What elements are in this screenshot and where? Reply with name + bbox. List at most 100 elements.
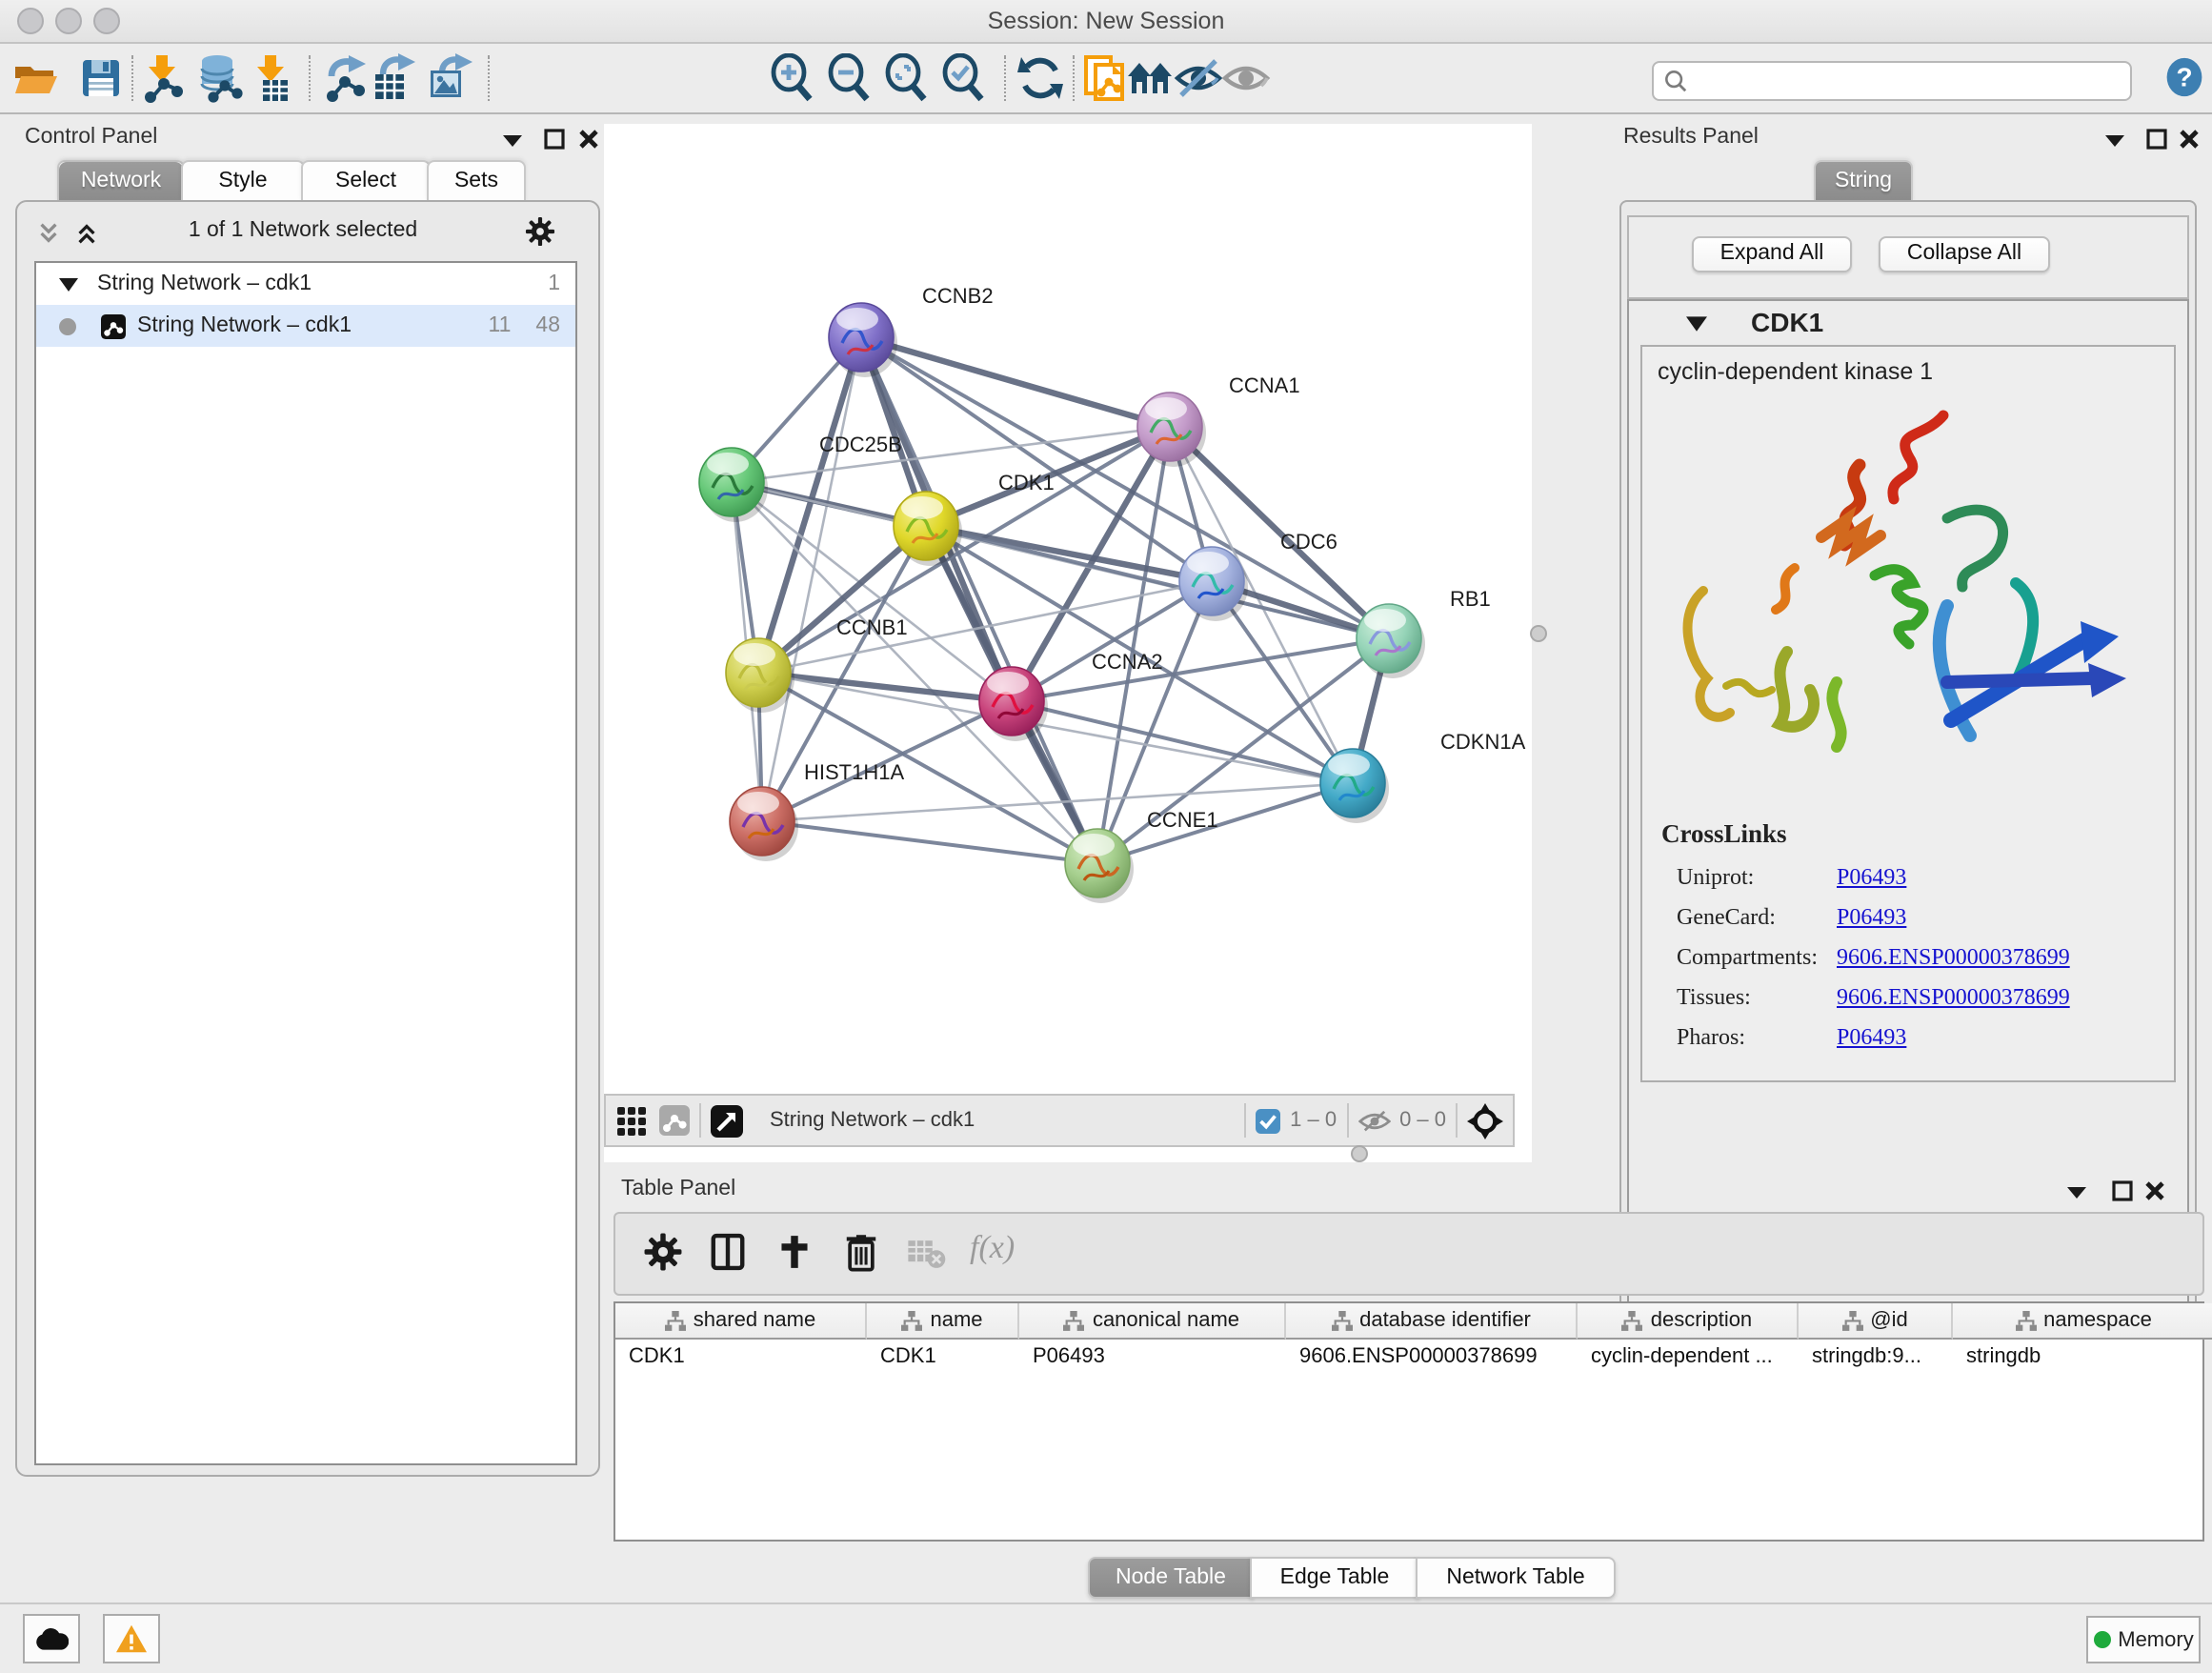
- export-image-icon[interactable]: [425, 53, 474, 103]
- panel-float-icon[interactable]: [2145, 128, 2168, 151]
- panel-close-icon[interactable]: [2143, 1179, 2166, 1202]
- table-options-gear-icon[interactable]: [642, 1231, 684, 1273]
- column-header-name[interactable]: name: [867, 1303, 1019, 1340]
- save-session-icon[interactable]: [76, 53, 126, 103]
- network-edge[interactable]: [1097, 783, 1353, 863]
- horizontal-splitter-handle[interactable]: [1351, 1145, 1368, 1162]
- cell-canonical-name[interactable]: P06493: [1019, 1340, 1284, 1374]
- network-edge[interactable]: [1012, 701, 1353, 783]
- column-header-canonical-name[interactable]: canonical name: [1019, 1303, 1286, 1340]
- network-node-CCNA1[interactable]: CCNA1: [1137, 373, 1300, 467]
- expand-all-chevron-icon[interactable]: [74, 221, 99, 246]
- zoom-fit-icon[interactable]: [882, 53, 932, 103]
- cell-database-identifier[interactable]: 9606.ENSP00000378699: [1286, 1340, 1576, 1374]
- function-builder-icon[interactable]: f(x): [970, 1229, 1015, 1267]
- memory-button[interactable]: Memory: [2086, 1616, 2201, 1663]
- add-column-icon[interactable]: [774, 1231, 815, 1273]
- tree-expand-caret-icon[interactable]: [59, 274, 78, 293]
- network-graph[interactable]: CCNB2CCNA1CDC25BCDK1CDC6RB1CCNB1CCNA2CDK…: [604, 124, 1532, 1094]
- delete-column-icon[interactable]: [840, 1231, 882, 1273]
- panel-close-icon[interactable]: [577, 128, 600, 151]
- import-network-file-icon[interactable]: [137, 53, 187, 103]
- network-edge[interactable]: [861, 337, 1170, 427]
- panel-menu-caret-icon[interactable]: [2103, 130, 2126, 152]
- tab-network[interactable]: Network: [57, 160, 185, 202]
- tab-style[interactable]: Style: [181, 160, 305, 202]
- column-header--id[interactable]: @id: [1799, 1303, 1953, 1340]
- network-collection-row[interactable]: String Network – cdk1 1: [36, 263, 575, 305]
- panel-float-icon[interactable]: [2111, 1179, 2134, 1202]
- open-session-icon[interactable]: [10, 53, 59, 103]
- zoom-out-icon[interactable]: [825, 53, 875, 103]
- search-field[interactable]: [1652, 61, 2132, 101]
- network-view-canvas[interactable]: CCNB2CCNA1CDC25BCDK1CDC6RB1CCNB1CCNA2CDK…: [604, 124, 1532, 1162]
- column-header-namespace[interactable]: namespace: [1953, 1303, 2212, 1340]
- network-node-RB1[interactable]: RB1: [1357, 587, 1491, 678]
- network-edge[interactable]: [861, 337, 1097, 863]
- show-networks-home-icon[interactable]: [1126, 53, 1176, 103]
- hide-graphics-details-icon[interactable]: [1174, 53, 1223, 103]
- collapse-all-chevron-icon[interactable]: [36, 221, 61, 246]
- vertical-splitter-handle[interactable]: [1530, 625, 1547, 642]
- network-edge[interactable]: [762, 821, 1097, 863]
- import-table-file-icon[interactable]: [246, 53, 295, 103]
- zoom-selected-icon[interactable]: [939, 53, 989, 103]
- panel-menu-caret-icon[interactable]: [501, 130, 524, 152]
- search-input[interactable]: [1688, 70, 2130, 92]
- cell-namespace[interactable]: stringdb: [1953, 1340, 2212, 1374]
- crosslink-link[interactable]: P06493: [1837, 903, 1906, 932]
- network-node-CCNB2[interactable]: CCNB2: [829, 284, 994, 377]
- clone-network-icon[interactable]: [1080, 53, 1130, 103]
- network-edge[interactable]: [762, 337, 861, 821]
- birds-eye-crosshair-icon[interactable]: [1467, 1102, 1503, 1139]
- cell-description[interactable]: cyclin-dependent ...: [1578, 1340, 1797, 1374]
- warning-status-button[interactable]: [103, 1614, 160, 1663]
- export-network-icon[interactable]: [320, 53, 370, 103]
- column-header-shared-name[interactable]: shared name: [615, 1303, 867, 1340]
- import-network-database-icon[interactable]: [194, 53, 244, 103]
- column-header-database-identifier[interactable]: database identifier: [1286, 1303, 1578, 1340]
- tab-node-table[interactable]: Node Table: [1088, 1557, 1254, 1599]
- help-icon[interactable]: ?: [2164, 57, 2204, 97]
- cell--id[interactable]: stringdb:9...: [1799, 1340, 1951, 1374]
- panel-float-icon[interactable]: [543, 128, 566, 151]
- crosslink-link[interactable]: 9606.ENSP00000378699: [1837, 943, 2070, 972]
- delete-table-icon[interactable]: [905, 1231, 947, 1273]
- show-graphics-details-icon[interactable]: [1221, 53, 1271, 103]
- network-edge[interactable]: [861, 337, 1389, 638]
- panel-menu-caret-icon[interactable]: [2065, 1181, 2088, 1204]
- cloud-status-button[interactable]: [23, 1614, 80, 1663]
- export-table-icon[interactable]: [368, 53, 417, 103]
- refresh-view-icon[interactable]: [1016, 53, 1065, 103]
- show-columns-icon[interactable]: [707, 1231, 749, 1273]
- network-node-HIST1H1A[interactable]: HIST1H1A: [730, 760, 904, 861]
- crosslink-link[interactable]: 9606.ENSP00000378699: [1837, 983, 2070, 1012]
- crosslink-link[interactable]: P06493: [1837, 1023, 1906, 1052]
- crosslink-link[interactable]: P06493: [1837, 863, 1906, 892]
- panel-close-icon[interactable]: [2178, 128, 2201, 151]
- cell-name[interactable]: CDK1: [867, 1340, 1017, 1374]
- grid-mode-icon[interactable]: [617, 1106, 646, 1135]
- tab-string[interactable]: String: [1814, 160, 1913, 202]
- section-collapse-caret-icon[interactable]: [1686, 312, 1707, 333]
- tab-select[interactable]: Select: [301, 160, 431, 202]
- zoom-in-icon[interactable]: [768, 53, 817, 103]
- expand-all-button[interactable]: Expand All: [1692, 236, 1852, 272]
- network-row-selected[interactable]: String Network – cdk1 11 48: [36, 305, 575, 347]
- network-node-CDC25B[interactable]: CDC25B: [699, 433, 902, 522]
- column-header-description[interactable]: description: [1578, 1303, 1799, 1340]
- node-table[interactable]: shared namenamecanonical namedatabase id…: [613, 1301, 2204, 1542]
- network-node-CCNE1[interactable]: CCNE1: [1065, 808, 1218, 903]
- network-node-CDKN1A[interactable]: CDKN1A: [1320, 730, 1526, 823]
- cell-shared-name[interactable]: CDK1: [615, 1340, 865, 1374]
- selected-checkbox-icon[interactable]: [1256, 1108, 1280, 1133]
- tab-sets[interactable]: Sets: [427, 160, 526, 202]
- hidden-eye-icon[interactable]: [1357, 1108, 1390, 1133]
- detach-view-icon[interactable]: [711, 1104, 743, 1137]
- collapse-all-button[interactable]: Collapse All: [1879, 236, 2050, 272]
- window-title: Session: New Session: [0, 8, 2212, 34]
- view-mode-share-icon[interactable]: [659, 1105, 690, 1136]
- tab-edge-table[interactable]: Edge Table: [1250, 1557, 1419, 1599]
- tab-network-table[interactable]: Network Table: [1416, 1557, 1616, 1599]
- network-options-gear-icon[interactable]: [524, 215, 556, 248]
